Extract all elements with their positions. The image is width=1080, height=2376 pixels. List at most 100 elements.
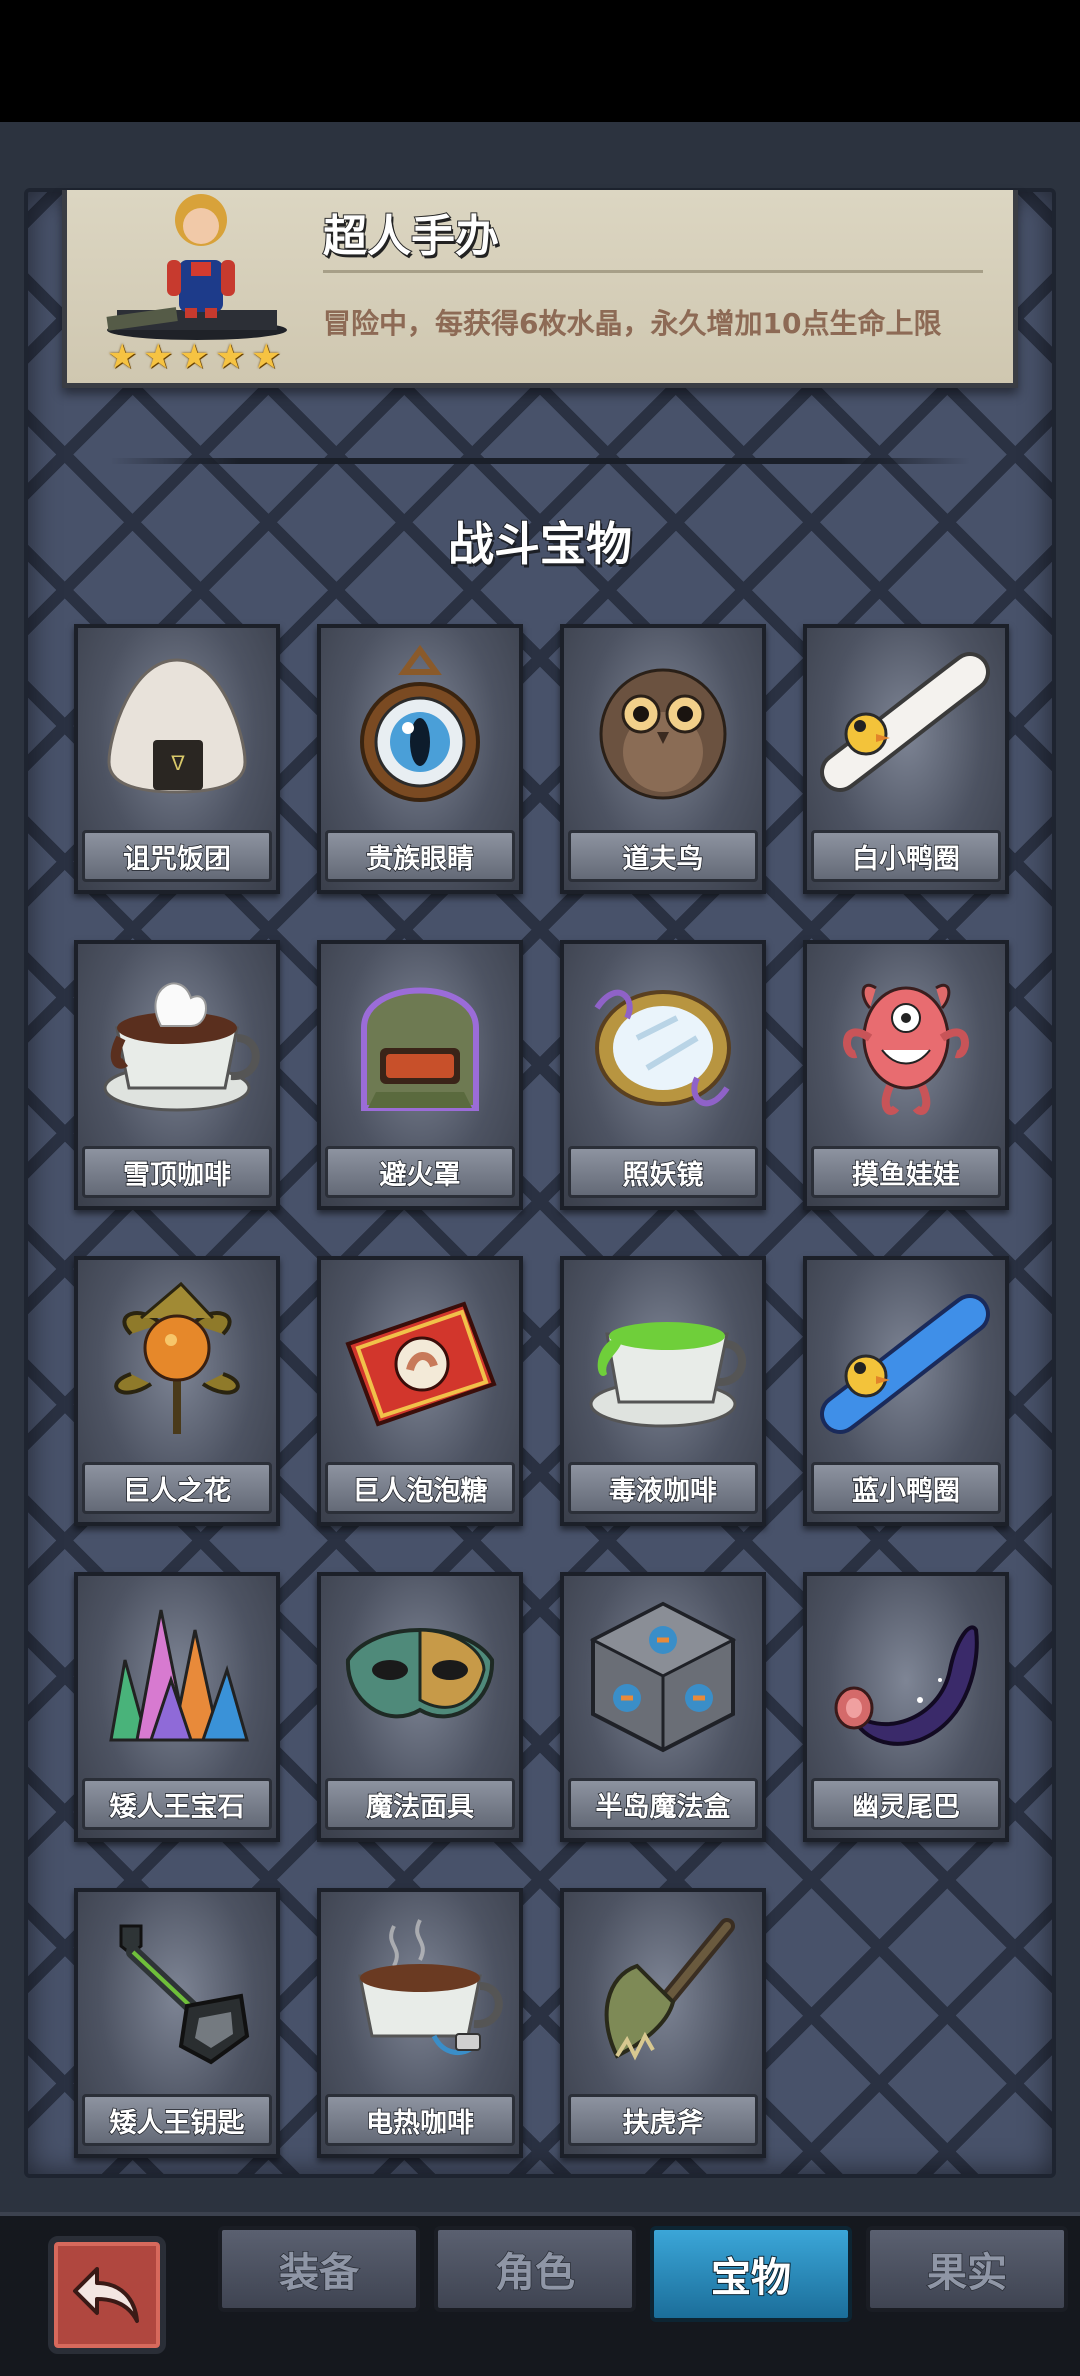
bottom-nav: 装备 角色 宝物 果实 <box>0 2212 1080 2376</box>
tab-character[interactable]: 角色 <box>434 2226 636 2312</box>
rating-stars: ★ ★ ★ ★ ★ <box>107 340 285 374</box>
ghost-tail-icon <box>834 1625 979 1746</box>
treasure-item[interactable]: 避火罩 <box>317 940 523 1210</box>
treasure-item[interactable]: 半岛魔法盒 <box>560 1572 766 1842</box>
tab-label: 宝物 <box>710 2254 792 2302</box>
tab-label: 角色 <box>494 2249 576 2297</box>
tab-label: 装备 <box>278 2249 360 2297</box>
superhero-figurine-icon <box>106 194 287 340</box>
treasure-item[interactable]: 幽灵尾巴 <box>803 1572 1009 1842</box>
rice-ball-icon: ᐁ <box>107 658 247 794</box>
fire-mask-icon <box>361 987 479 1111</box>
blue-duck-ring-icon <box>820 1294 990 1434</box>
item-label: 道夫鸟 <box>622 843 705 876</box>
owl-icon <box>599 668 727 800</box>
item-label-plate: 白小鸭圈 <box>811 830 1001 882</box>
item-label-plate: 摸鱼娃娃 <box>811 1146 1001 1198</box>
featured-title: 超人手办 <box>322 210 500 263</box>
item-label: 白小鸭圈 <box>851 843 961 876</box>
treasure-item[interactable]: 扶虎斧 <box>560 1888 766 2158</box>
treasure-item[interactable]: 摸鱼娃娃 <box>803 940 1009 1210</box>
item-label: 摸鱼娃娃 <box>851 1159 961 1192</box>
item-label-plate: 雪顶咖啡 <box>82 1146 272 1198</box>
fish-doll-icon <box>843 984 969 1115</box>
featured-description: 冒险中，每获得6枚水晶，永久增加10点生命上限 <box>323 307 942 340</box>
item-label-plate: 矮人王钥匙 <box>82 2094 272 2146</box>
item-label-plate: 毒液咖啡 <box>568 1462 758 1514</box>
white-duck-ring-icon <box>820 652 990 792</box>
treasure-item[interactable]: 道夫鸟 <box>560 624 766 894</box>
treasure-item[interactable]: 毒液咖啡 <box>560 1256 766 1526</box>
treasure-item[interactable]: 雪顶咖啡 <box>74 940 280 1210</box>
magic-cube-icon <box>589 1601 737 1753</box>
treasure-item[interactable]: 蓝小鸭圈 <box>803 1256 1009 1526</box>
venom-coffee-icon <box>589 1322 746 1428</box>
axe-icon <box>604 1918 735 2061</box>
star-icon: ★ <box>179 337 210 377</box>
item-label: 毒液咖啡 <box>608 1475 718 1508</box>
item-label: 巨人之花 <box>122 1475 232 1508</box>
treasure-item[interactable]: 贵族眼睛 <box>317 624 523 894</box>
item-label-plate: 电热咖啡 <box>325 2094 515 2146</box>
star-icon: ★ <box>107 337 138 377</box>
item-label-plate: 幽灵尾巴 <box>811 1778 1001 1830</box>
dwarf-key-icon <box>119 1924 250 2065</box>
item-label-plate: 道夫鸟 <box>568 830 758 882</box>
item-label-plate: 蓝小鸭圈 <box>811 1462 1001 1514</box>
treasure-item[interactable]: ᐁ 诅咒饭团 <box>74 624 280 894</box>
svg-text:ᐁ: ᐁ <box>171 751 185 775</box>
item-label-plate: 贵族眼睛 <box>325 830 515 882</box>
item-label-plate: 巨人之花 <box>82 1462 272 1514</box>
item-label: 蓝小鸭圈 <box>851 1475 961 1508</box>
featured-divider <box>323 270 983 273</box>
giant-flower-icon <box>114 1281 240 1434</box>
electric-coffee-icon <box>358 1919 503 2056</box>
back-button[interactable] <box>48 2236 166 2354</box>
magic-mirror-icon <box>594 989 731 1107</box>
treasure-item[interactable]: 巨人之花 <box>74 1256 280 1526</box>
star-icon: ★ <box>143 337 174 377</box>
item-label-plate: 半岛魔法盒 <box>568 1778 758 1830</box>
snow-coffee-icon <box>103 982 260 1112</box>
section-title: 战斗宝物 <box>447 516 633 572</box>
item-label: 矮人王钥匙 <box>109 2107 246 2140</box>
item-label: 雪顶咖啡 <box>122 1159 232 1192</box>
item-label-plate: 避火罩 <box>325 1146 515 1198</box>
item-label: 矮人王宝石 <box>109 1791 246 1824</box>
tab-treasure[interactable]: 宝物 <box>650 2226 852 2322</box>
treasure-item[interactable]: 照妖镜 <box>560 940 766 1210</box>
item-label: 巨人泡泡糖 <box>352 1475 489 1508</box>
featured-treasure-card[interactable]: ★ ★ ★ ★ ★ 超人手办 冒险中，每获得6枚水晶，永久增加10点生命上限 <box>62 190 1018 388</box>
bubblegum-box-icon <box>345 1301 497 1427</box>
back-arrow-icon <box>73 2267 139 2323</box>
item-label: 诅咒饭团 <box>122 843 232 876</box>
item-label-plate: 扶虎斧 <box>568 2094 758 2146</box>
tab-label: 果实 <box>926 2249 1008 2297</box>
item-label: 半岛魔法盒 <box>595 1791 732 1824</box>
item-label: 避火罩 <box>379 1159 462 1192</box>
item-label: 幽灵尾巴 <box>851 1791 961 1824</box>
tab-equipment[interactable]: 装备 <box>218 2226 420 2312</box>
crystal-cluster-icon <box>109 1609 249 1742</box>
treasure-item[interactable]: 电热咖啡 <box>317 1888 523 2158</box>
item-label: 电热咖啡 <box>365 2107 475 2140</box>
item-label-plate: 巨人泡泡糖 <box>325 1462 515 1514</box>
treasure-item[interactable]: 白小鸭圈 <box>803 624 1009 894</box>
item-label-plate: 矮人王宝石 <box>82 1778 272 1830</box>
star-icon: ★ <box>215 337 246 377</box>
item-label: 扶虎斧 <box>622 2107 705 2140</box>
item-label: 魔法面具 <box>365 1791 475 1824</box>
treasure-item[interactable]: 魔法面具 <box>317 1572 523 1842</box>
status-bar <box>0 0 1080 122</box>
treasure-item[interactable]: 矮人王宝石 <box>74 1572 280 1842</box>
item-label-plate: 魔法面具 <box>325 1778 515 1830</box>
item-label: 贵族眼睛 <box>365 843 475 876</box>
item-label-plate: 照妖镜 <box>568 1146 758 1198</box>
eye-pendant-icon <box>360 644 480 802</box>
star-icon: ★ <box>251 337 282 377</box>
item-label: 照妖镜 <box>622 1159 705 1192</box>
treasure-item[interactable]: 矮人王钥匙 <box>74 1888 280 2158</box>
tab-fruit[interactable]: 果实 <box>866 2226 1068 2312</box>
item-label-plate: 诅咒饭团 <box>82 830 272 882</box>
treasure-item[interactable]: 巨人泡泡糖 <box>317 1256 523 1526</box>
